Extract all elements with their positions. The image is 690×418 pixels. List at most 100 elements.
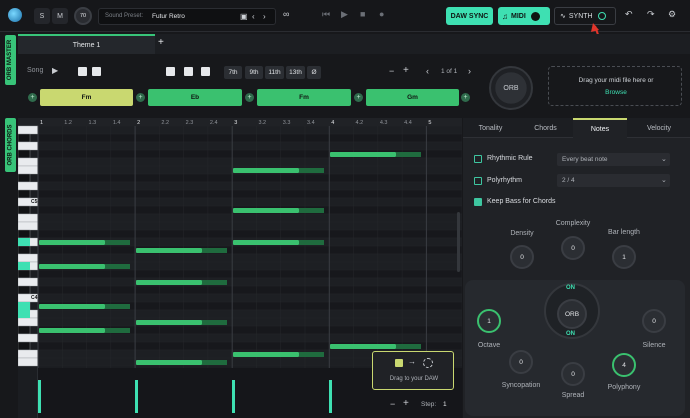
bar-length-label: Bar length [608,229,640,236]
chevron-right-icon[interactable]: › [263,12,266,21]
daw-sync-button[interactable]: DAW SYNC [446,7,493,25]
bar-length-knob[interactable]: 1 [612,245,636,269]
midi-note[interactable] [233,239,299,245]
loop-icon[interactable] [78,67,87,76]
ext-7th-button[interactable]: 7th [224,66,242,79]
chord-block[interactable]: Eb [148,89,242,106]
drag-to-daw[interactable]: → Drag to your DAW [372,351,454,390]
orb-on-bottom[interactable]: ON [566,331,575,337]
midi-note-tail [104,303,131,309]
midi-note[interactable] [136,279,202,285]
polyrhythm-checkbox[interactable] [474,177,482,185]
midi-note[interactable] [39,303,105,309]
piano-roll[interactable]: 1 1.2 1.3 1.4 2 2.2 2.3 2.4 3 3.2 3.3 3.4 4 4.2 4.3 4.4… [18,118,462,418]
settings-icon[interactable]: ⚙ [668,9,676,20]
vertical-scrollbar[interactable] [457,212,460,272]
midi-note[interactable] [39,327,105,333]
minus-icon[interactable]: − [389,66,394,76]
midi-note-tail [298,207,325,213]
mute-button[interactable]: M [52,8,68,24]
step-plus-icon[interactable]: + [403,398,409,409]
browse-link[interactable]: Browse [549,89,683,96]
chord-block[interactable]: Fm [40,89,133,106]
midi-drop-zone[interactable]: Drag your midi file here or Browse [548,66,682,106]
play-icon[interactable]: ▶ [341,9,348,20]
midi-note[interactable] [233,207,299,213]
silence-knob[interactable]: 0 [642,309,666,333]
syncopation-knob[interactable]: 0 [509,350,533,374]
grid-icon[interactable] [201,67,210,76]
add-chord-button[interactable]: + [245,93,254,102]
step-minus-icon[interactable]: − [390,399,395,409]
tab-orb-chords[interactable]: ORB CHORDS [5,118,16,172]
rhythmic-rule-checkbox[interactable] [474,155,482,163]
stop-icon[interactable]: ■ [360,9,365,19]
polyrhythm-select[interactable]: 2 / 4 ⌄ [557,174,670,187]
keep-bass-checkbox[interactable] [474,198,482,206]
shuffle-icon[interactable] [166,67,175,76]
app-logo [8,8,22,22]
add-chord-button[interactable]: + [461,93,470,102]
save-icon[interactable]: ▣ [240,12,248,21]
record-icon[interactable]: ● [379,9,384,19]
velocity-bar[interactable] [232,380,235,413]
ext-11th-button[interactable]: 11th [265,66,284,79]
orb-center-button[interactable]: ORB [557,299,587,329]
refresh-icon[interactable] [184,67,193,76]
sound-preset-selector[interactable]: Sound Preset: Futur Retro ▣ ‹ › [98,8,276,25]
midi-note[interactable] [136,359,202,365]
plus-icon[interactable]: + [403,65,409,76]
tab-tonality[interactable]: Tonality [463,118,518,138]
play-song-icon[interactable]: ▶ [52,66,58,75]
volume-knob[interactable]: 70 [74,7,92,25]
add-chord-button[interactable]: + [28,93,37,102]
midi-button[interactable]: ♫ MIDI [498,7,550,25]
midi-note[interactable] [330,151,396,157]
link-icon[interactable]: ∞ [283,9,289,19]
midi-note[interactable] [233,351,299,357]
add-theme-button[interactable]: + [158,37,164,48]
spread-knob[interactable]: 0 [561,362,585,386]
page-next-icon[interactable]: › [468,66,471,76]
octave-label: Octave [477,342,501,349]
midi-note[interactable] [39,263,105,269]
orb-on-top[interactable]: ON [566,285,575,291]
tab-theme-1[interactable]: Theme 1 [18,34,155,54]
export-icon[interactable] [92,67,101,76]
midi-note[interactable] [39,239,105,245]
tab-orb-master[interactable]: ORB MASTER [5,35,16,85]
redo-icon[interactable]: ↷ [647,9,655,20]
polyphony-knob[interactable]: 4 [612,353,636,377]
tab-velocity[interactable]: Velocity [628,118,690,138]
add-chord-button[interactable]: + [354,93,363,102]
rhythmic-rule-select[interactable]: Every beat note ⌄ [557,153,670,166]
skip-back-icon[interactable]: ⏮ [322,9,330,20]
velocity-bar[interactable] [329,380,332,413]
octave-knob[interactable]: 1 [477,309,501,333]
midi-note[interactable] [330,343,396,349]
orb-button[interactable]: ORB [489,66,533,110]
ext-none-button[interactable]: Ø [307,66,321,79]
midi-power-icon[interactable] [530,11,540,21]
ext-13th-button[interactable]: 13th [286,66,305,79]
chord-block[interactable]: Gm [366,89,459,106]
complexity-knob[interactable]: 0 [561,236,585,260]
solo-button[interactable]: S [34,8,50,24]
velocity-bar[interactable] [135,380,138,413]
chord-block[interactable]: Fm [257,89,351,106]
chevron-left-icon[interactable]: ‹ [252,12,255,21]
page-prev-icon[interactable]: ‹ [426,66,429,76]
rhythmic-rule-label: Rhythmic Rule [487,155,533,162]
clip-icon [395,359,403,367]
midi-note[interactable] [136,319,202,325]
undo-icon[interactable]: ↶ [625,9,633,20]
midi-note[interactable] [233,167,299,173]
tab-notes[interactable]: Notes [573,118,627,138]
velocity-bar[interactable] [38,380,41,413]
add-chord-button[interactable]: + [136,93,145,102]
synth-power-icon[interactable] [597,12,606,20]
ext-9th-button[interactable]: 9th [245,66,263,79]
tab-chords[interactable]: Chords [518,118,573,138]
midi-note[interactable] [136,247,202,253]
density-knob[interactable]: 0 [510,245,534,269]
